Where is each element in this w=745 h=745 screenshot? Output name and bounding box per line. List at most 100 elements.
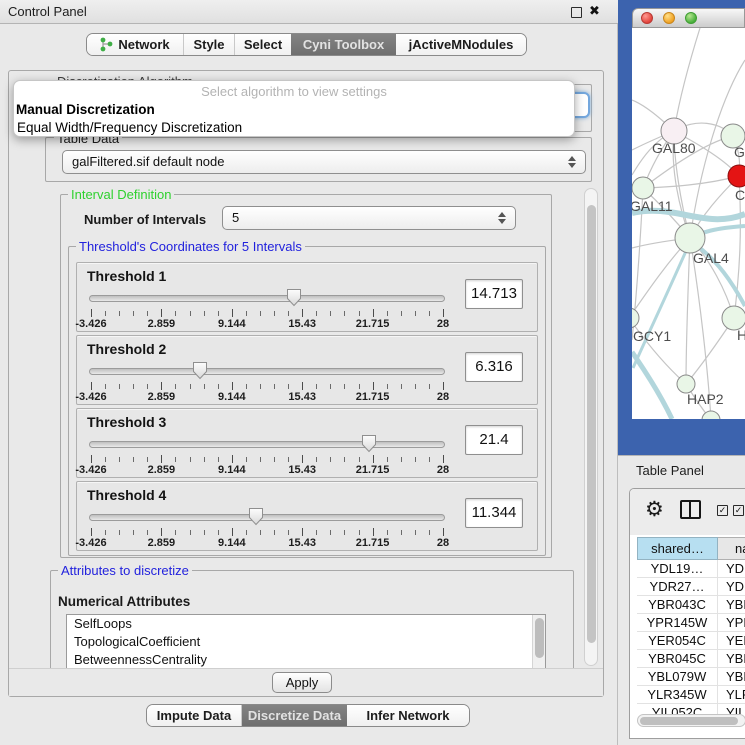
float-panel-icon[interactable]: [571, 7, 582, 18]
slider-track[interactable]: [89, 514, 445, 521]
cell-shared-name[interactable]: YBR043C: [637, 596, 718, 613]
network-edge[interactable]: [686, 238, 690, 384]
tick-label: -3.426: [75, 537, 106, 549]
tick: [147, 311, 148, 316]
columns-icon[interactable]: [680, 500, 701, 519]
tick: [133, 311, 134, 316]
checkbox-icon[interactable]: ✓: [733, 505, 744, 516]
threshold-slider: -3.4262.8599.14415.4321.71528: [89, 287, 445, 331]
table-row[interactable]: YBR043CYBR0: [637, 596, 745, 614]
network-edge[interactable]: [674, 28, 700, 131]
slider-track[interactable]: [89, 295, 445, 302]
scrollbar-thumb[interactable]: [535, 618, 544, 658]
attribute-list-item[interactable]: TopologicalCoefficient: [67, 633, 545, 651]
table-row[interactable]: YER054CYER0: [637, 632, 745, 650]
cell-shared-name[interactable]: YBL079W: [637, 668, 718, 685]
network-canvas[interactable]: GAL80GACGAL11GAL4GCY1HHAP2: [632, 28, 745, 419]
cell-name[interactable]: YER0: [718, 632, 745, 649]
attribute-list-item[interactable]: BetweennessCentrality: [67, 651, 545, 668]
table-row[interactable]: YBR045CYBR0: [637, 650, 745, 668]
slider-track[interactable]: [89, 368, 445, 375]
attributes-list-scrollbar[interactable]: [532, 615, 545, 668]
number-of-intervals-value: 5: [232, 210, 239, 225]
network-edge-highlighted[interactable]: [633, 242, 690, 368]
dropdown-option-manual-discretization[interactable]: Manual Discretization: [16, 102, 155, 117]
algorithm-dropdown-popup: Select algorithm to view settings Manual…: [13, 80, 575, 137]
tab-cyni-toolbox[interactable]: Cyni Toolbox: [291, 34, 396, 55]
table-row[interactable]: YDR27…YDR2: [637, 578, 745, 596]
traffic-light-zoom-icon[interactable]: [685, 12, 697, 24]
cell-shared-name[interactable]: YDR27…: [637, 578, 718, 595]
cell-name[interactable]: YLR3: [718, 686, 745, 703]
close-icon[interactable]: ✖: [589, 4, 600, 19]
cell-shared-name[interactable]: YDL19…: [637, 560, 718, 577]
network-window-titlebar[interactable]: [632, 8, 745, 28]
tick: [330, 311, 331, 316]
number-of-intervals-combo[interactable]: 5: [222, 206, 516, 230]
tick: [373, 382, 374, 390]
settings-scrollbar[interactable]: [584, 188, 598, 666]
tick: [288, 311, 289, 316]
network-node-GAL11[interactable]: [632, 177, 654, 199]
slider-thumb[interactable]: [192, 361, 208, 380]
tab-infer-network[interactable]: Infer Network: [347, 705, 469, 726]
cell-name[interactable]: YPR1: [718, 614, 745, 631]
table-row[interactable]: YLR345WYLR3: [637, 686, 745, 704]
slider-thumb[interactable]: [248, 507, 264, 526]
traffic-light-close-icon[interactable]: [641, 12, 653, 24]
tick: [204, 384, 205, 389]
tab-style[interactable]: Style: [184, 34, 235, 55]
tick: [105, 384, 106, 389]
cell-name[interactable]: YIL0: [718, 704, 745, 714]
cell-shared-name[interactable]: YIL052C: [637, 704, 718, 714]
tick: [246, 530, 247, 535]
cell-name[interactable]: YDR2: [718, 578, 745, 595]
cell-name[interactable]: YBR0: [718, 650, 745, 667]
scrollbar-thumb[interactable]: [587, 205, 596, 643]
cell-name[interactable]: YBR0: [718, 596, 745, 613]
scrollbar-thumb[interactable]: [640, 717, 738, 725]
table-horizontal-scrollbar[interactable]: [637, 714, 745, 727]
tick: [133, 530, 134, 535]
threshold-value-input[interactable]: 14.713: [465, 279, 523, 309]
checkbox-icon[interactable]: ✓: [717, 505, 728, 516]
dropdown-option-equal-width-frequency[interactable]: Equal Width/Frequency Discretization: [17, 120, 242, 135]
slider-track[interactable]: [89, 441, 445, 448]
numerical-attributes-list[interactable]: SelfLoopsTopologicalCoefficientBetweenne…: [66, 614, 546, 668]
tick: [232, 309, 233, 317]
threshold-value-input[interactable]: 21.4: [465, 425, 523, 455]
slider-thumb[interactable]: [286, 288, 302, 307]
cell-shared-name[interactable]: YPR145W: [637, 614, 718, 631]
tab-discretize-data[interactable]: Discretize Data: [242, 705, 347, 726]
column-header-shared[interactable]: shared…: [637, 537, 718, 560]
apply-button[interactable]: Apply: [272, 672, 332, 693]
traffic-light-minimize-icon[interactable]: [663, 12, 675, 24]
cell-shared-name[interactable]: YLR345W: [637, 686, 718, 703]
cell-shared-name[interactable]: YER054C: [637, 632, 718, 649]
network-node-GAL4[interactable]: [675, 223, 705, 253]
table-data-combo[interactable]: galFiltered.sif default node: [62, 150, 586, 174]
cell-name[interactable]: YDL1: [718, 560, 745, 577]
tick: [119, 311, 120, 316]
table-row[interactable]: YDL19…YDL1: [637, 560, 745, 578]
column-header-name[interactable]: na: [718, 537, 745, 560]
threshold-value-input[interactable]: 6.316: [465, 352, 523, 382]
slider-thumb[interactable]: [361, 434, 377, 453]
attribute-list-item[interactable]: SelfLoops: [67, 615, 545, 633]
cell-shared-name[interactable]: YBR045C: [637, 650, 718, 667]
gear-icon[interactable]: ⚙: [645, 497, 664, 521]
tab-network[interactable]: Network: [87, 34, 184, 55]
tab-jactivemnodules[interactable]: jActiveMNodules: [396, 34, 526, 55]
table-row[interactable]: YPR145WYPR1: [637, 614, 745, 632]
network-node-GCY1[interactable]: [632, 308, 639, 328]
tab-impute-data[interactable]: Impute Data: [147, 705, 242, 726]
network-node-red[interactable]: [728, 165, 745, 187]
node-label-H: H: [737, 327, 745, 343]
threshold-value-input[interactable]: 11.344: [465, 498, 523, 528]
tick: [373, 455, 374, 463]
cell-name[interactable]: YBL0: [718, 668, 745, 685]
network-edge-highlighted[interactable]: [632, 352, 672, 419]
table-row[interactable]: YIL052CYIL0: [637, 704, 745, 714]
table-row[interactable]: YBL079WYBL0: [637, 668, 745, 686]
tab-select[interactable]: Select: [235, 34, 291, 55]
